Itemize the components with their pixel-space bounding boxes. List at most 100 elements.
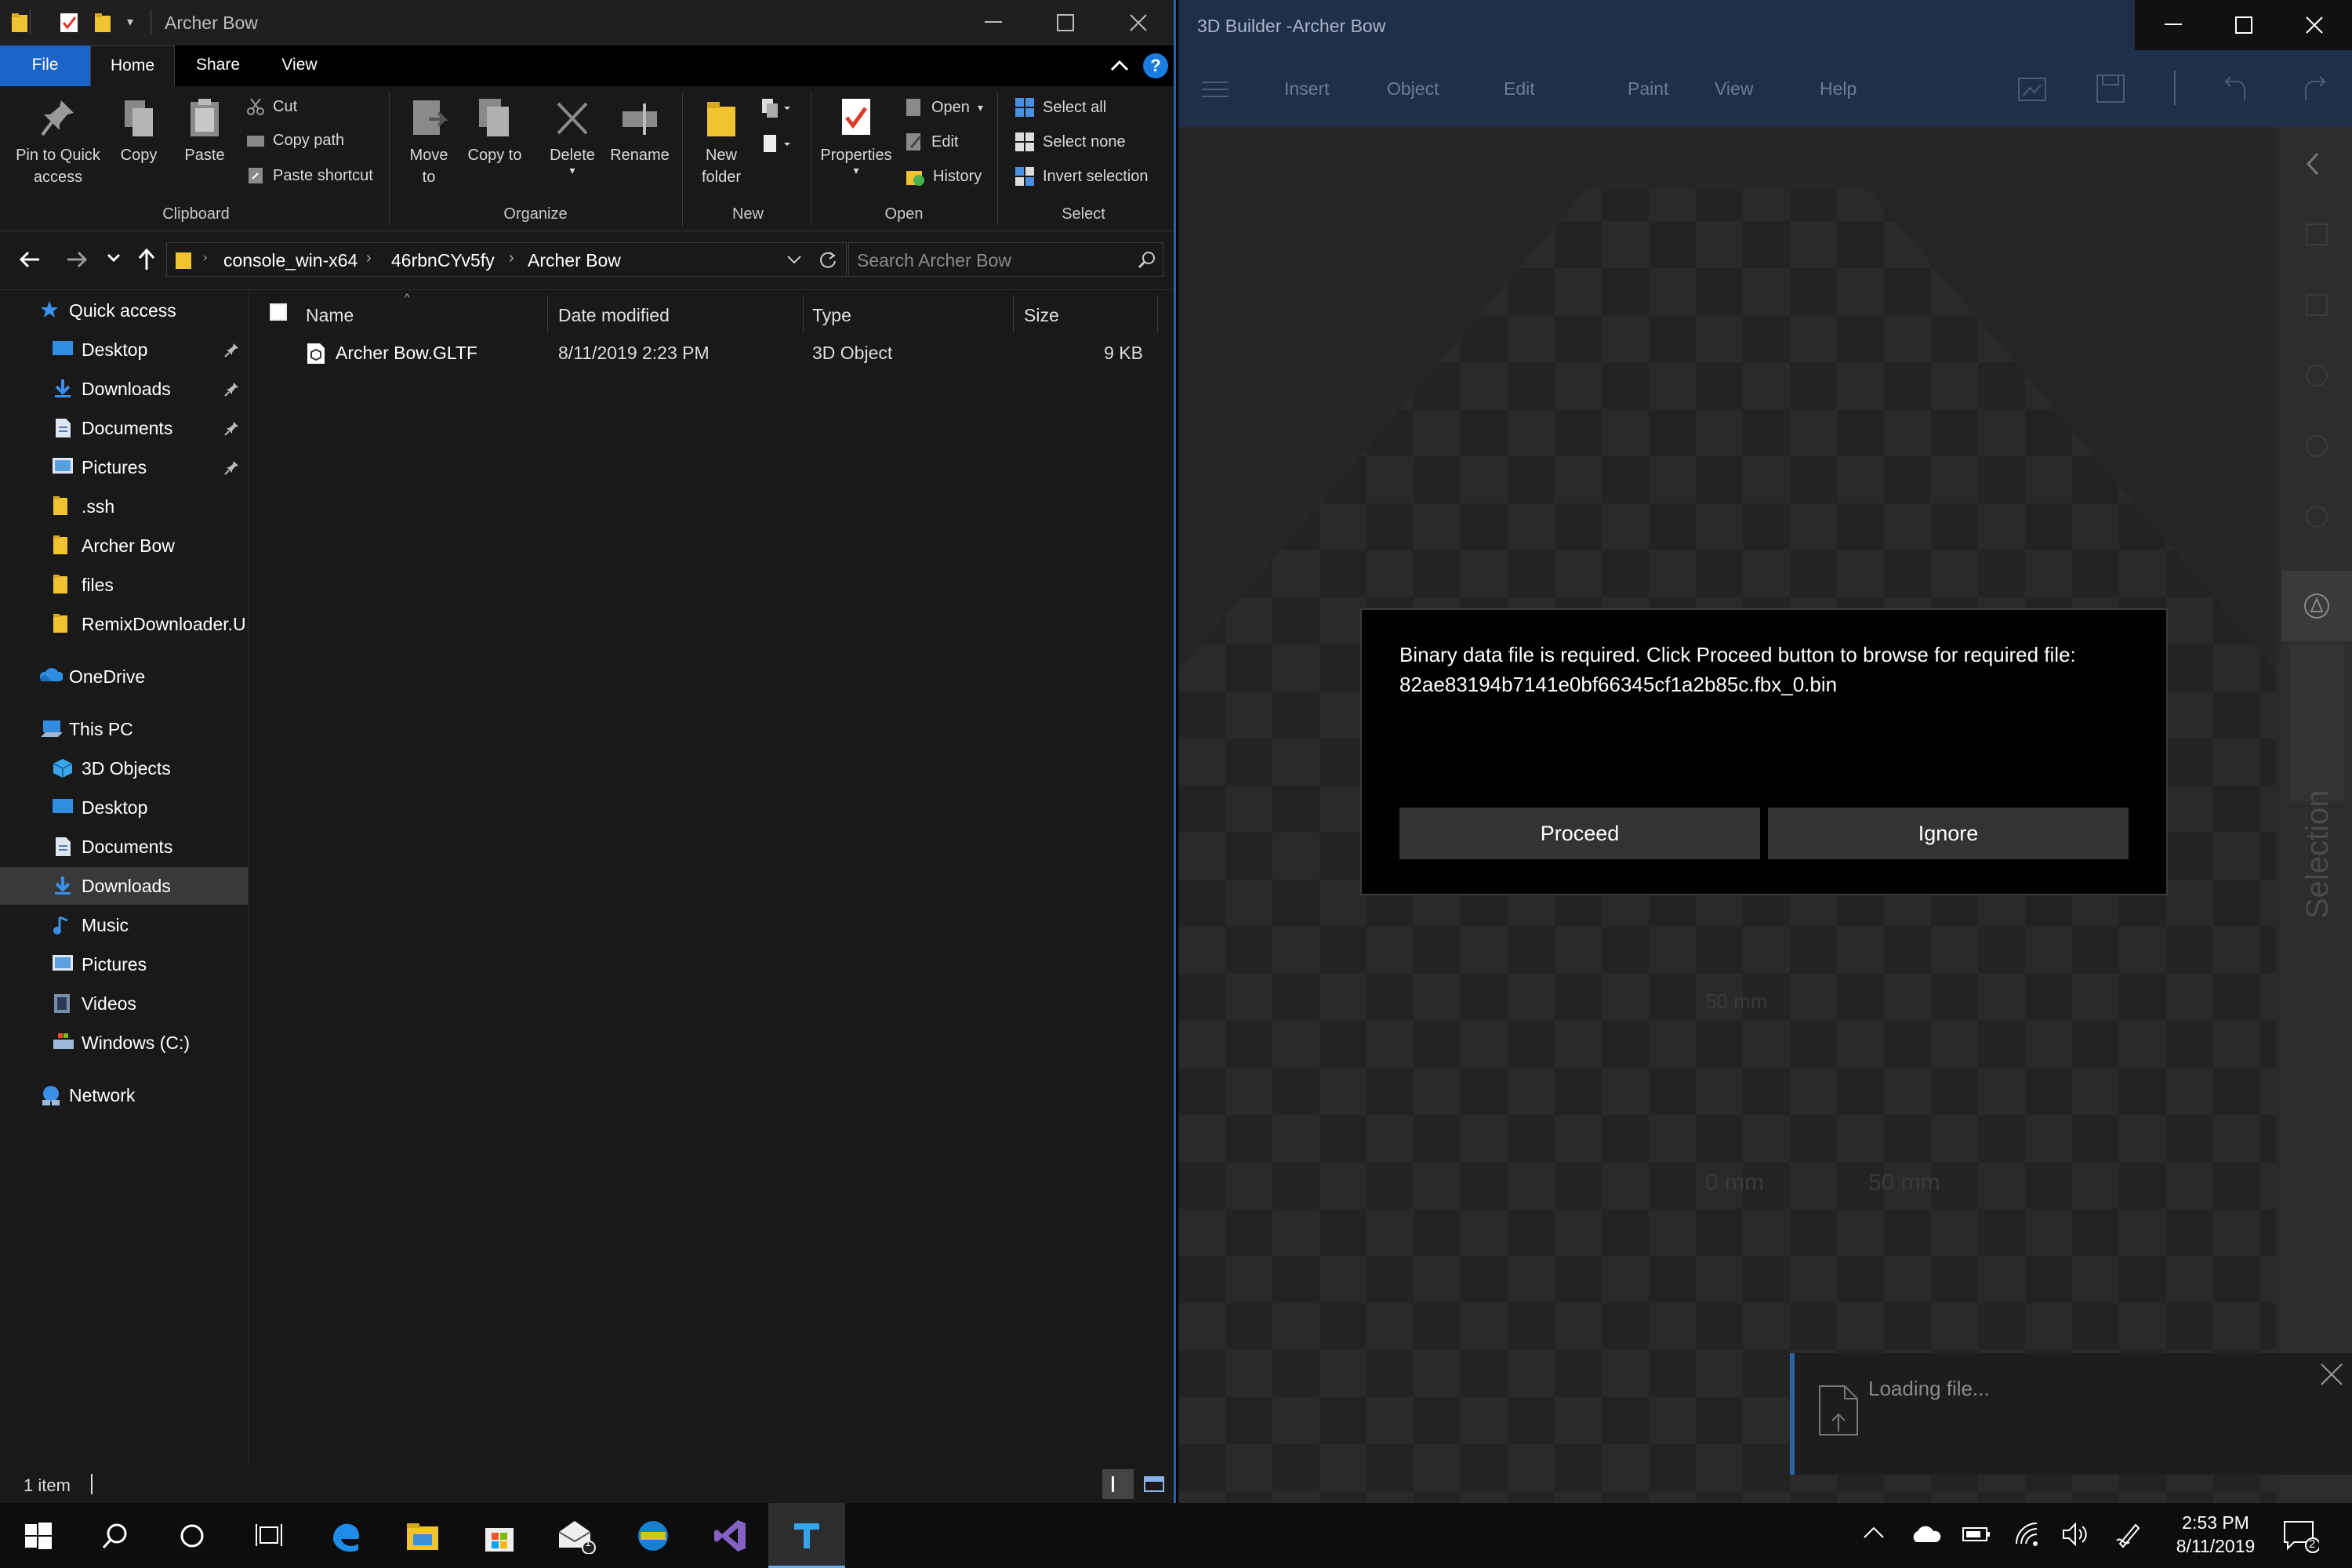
invert-selection-button[interactable]: Invert selection [1014,166,1149,187]
copy-path-button[interactable]: Copy path [246,132,344,150]
taskbar-mail[interactable]: 1 [538,1503,615,1568]
redo-icon[interactable] [2299,74,2329,103]
nav-item-music[interactable]: Music [0,906,248,944]
panel-tool-icon-5[interactable] [2303,503,2330,530]
rename-button[interactable]: Rename [607,96,673,166]
panel-tool-icon-4[interactable] [2303,433,2330,459]
selection-tool-button[interactable] [2281,571,2352,641]
menu-view[interactable]: View [1715,78,1753,100]
close-button[interactable] [1100,0,1174,45]
menu-paint[interactable]: Paint [1628,78,1668,100]
select-all-checkbox[interactable] [270,303,287,321]
panel-tool-icon-2[interactable] [2303,292,2330,318]
properties-button[interactable]: Properties ▾ [815,96,897,176]
new-folder-button[interactable]: New folder [690,96,753,188]
column-header-name[interactable]: Name [306,299,354,332]
copy-button[interactable]: Copy [116,96,162,166]
refresh-icon[interactable] [818,249,838,270]
pin-to-quick-access-button[interactable]: Pin to Quick access [8,96,108,188]
taskbar-visual-studio[interactable] [691,1503,768,1568]
search-button[interactable] [77,1503,154,1568]
search-input[interactable]: Search Archer Bow [857,250,1011,271]
builder-title-bar[interactable]: 3D Builder -Archer Bow [1178,0,2352,50]
proceed-button[interactable]: Proceed [1399,808,1760,859]
collapse-panel-chevron-icon[interactable] [2303,151,2322,177]
hamburger-menu-icon[interactable] [1202,80,1229,99]
panel-tool-icon-3[interactable] [2303,362,2330,389]
start-button[interactable] [0,1503,77,1568]
pen-workspace-icon[interactable] [2115,1520,2143,1548]
new-folder-quick-icon[interactable] [94,13,113,33]
nav-item-this-pc[interactable]: This PC [0,710,248,748]
taskbar-edge[interactable] [307,1503,384,1568]
taskbar-store[interactable] [461,1503,538,1568]
nav-item-ssh[interactable]: .ssh [0,488,248,525]
customize-quick-access-icon[interactable]: ▾ [127,14,133,30]
menu-edit[interactable]: Edit [1504,78,1535,100]
task-view-button[interactable] [230,1503,307,1568]
forward-arrow-icon[interactable] [66,249,88,270]
paste-button[interactable]: Paste [177,96,232,166]
clock[interactable]: 2:53 PM 8/11/2019 [2161,1511,2270,1558]
builder-close-button[interactable] [2276,2,2352,48]
screenshot-icon[interactable] [2017,74,2047,103]
history-button[interactable]: History [905,166,982,187]
new-item-icon[interactable] [760,97,795,119]
breadcrumb-console-win-x64[interactable]: console_win-x64 [223,250,358,271]
battery-icon[interactable] [1962,1525,1991,1544]
ignore-button[interactable]: Ignore [1768,808,2129,859]
paste-shortcut-button[interactable]: Paste shortcut [246,166,373,185]
help-icon[interactable]: ? [1143,53,1168,78]
column-header-type[interactable]: Type [812,299,851,332]
cortana-button[interactable] [154,1503,230,1568]
tab-view[interactable]: View [263,45,336,86]
column-header-size[interactable]: Size [1024,299,1059,332]
move-to-button[interactable]: Move to [401,96,456,188]
menu-object[interactable]: Object [1387,78,1439,100]
nav-item-downloads[interactable]: Downloads [0,867,248,905]
tab-home[interactable]: Home [90,45,175,86]
search-icon[interactable] [1138,250,1156,269]
breadcrumb-46rbncyv5fy[interactable]: 46rbnCYv5fy [391,250,495,271]
maximize-button[interactable] [1027,0,1104,45]
close-icon[interactable] [2320,1363,2343,1386]
tab-share[interactable]: Share [182,45,254,86]
nav-item-pictures[interactable]: Pictures [0,946,248,983]
edit-button[interactable]: Edit [905,132,958,152]
nav-item-network[interactable]: Network [0,1076,248,1114]
large-icons-view-button[interactable] [1138,1469,1170,1499]
cut-button[interactable]: Cut [246,97,297,116]
nav-item-videos[interactable]: Videos [0,985,248,1022]
save-icon[interactable] [2096,74,2125,103]
tab-file[interactable]: File [0,45,90,86]
volume-icon[interactable] [2062,1522,2090,1547]
nav-item-desktop[interactable]: Desktop [0,789,248,826]
nav-item-pictures[interactable]: Pictures [0,448,248,486]
select-none-button[interactable]: Select none [1014,132,1126,152]
panel-tool-icon-1[interactable] [2303,221,2330,248]
menu-insert[interactable]: Insert [1284,78,1330,100]
nav-item-archer-bow[interactable]: Archer Bow [0,527,248,564]
recent-locations-chevron-icon[interactable] [107,252,121,263]
nav-item-quick-access[interactable]: Quick access [0,292,248,329]
taskbar-file-explorer[interactable] [384,1503,461,1568]
nav-item-downloads[interactable]: Downloads [0,370,248,408]
undo-icon[interactable] [2221,74,2251,103]
back-arrow-icon[interactable] [19,249,41,270]
address-dropdown-chevron-icon[interactable] [786,254,802,265]
action-center-icon[interactable]: 2 [2283,1519,2319,1553]
address-path[interactable]: › console_win-x64 › 46rbnCYv5fy › Archer… [166,242,847,277]
nav-item-documents[interactable]: Documents [0,828,248,866]
up-arrow-icon[interactable] [136,248,157,271]
breadcrumb-archer-bow[interactable]: Archer Bow [528,250,621,271]
easy-access-icon[interactable] [760,133,795,155]
open-button[interactable]: Open ▾ [905,97,983,118]
taskbar-3d-builder[interactable] [768,1503,845,1568]
minimize-button[interactable] [955,0,1032,45]
copy-to-button[interactable]: Copy to [467,96,522,166]
onedrive-cloud-icon[interactable] [1910,1523,1941,1544]
properties-quick-icon[interactable] [60,13,78,33]
show-hidden-icons-chevron-icon[interactable] [1863,1525,1885,1541]
nav-item-windows-c[interactable]: Windows (C:) [0,1024,248,1062]
search-box[interactable]: Search Archer Bow [848,242,1163,277]
